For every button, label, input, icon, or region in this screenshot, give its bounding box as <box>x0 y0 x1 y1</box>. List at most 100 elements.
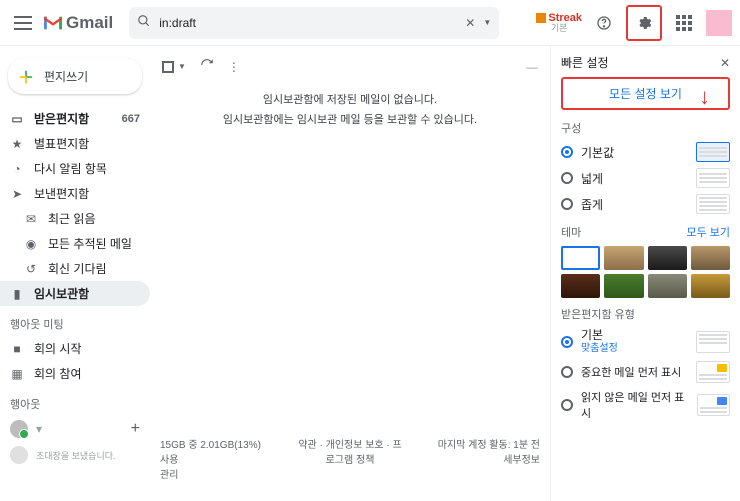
theme-grid <box>561 246 730 298</box>
nav-recent[interactable]: ✉최근 읽음 <box>0 206 150 231</box>
nav-sent-label: 보낸편지함 <box>34 185 89 202</box>
empty-state: 임시보관함에 저장된 메일이 없습니다. 임시보관함에는 임시보관 메일 등을 … <box>160 91 540 131</box>
compose-button[interactable]: ＋ 편지쓰기 <box>8 58 142 94</box>
account-avatar[interactable] <box>706 10 732 36</box>
streak-button[interactable]: Streak 기본 <box>536 13 582 33</box>
settings-highlight-box <box>626 5 662 41</box>
search-input[interactable] <box>159 16 459 30</box>
inbox-type-default[interactable]: 기본 맞춤설정 <box>561 328 730 355</box>
radio-icon <box>561 366 573 378</box>
footer: 15GB 중 2.01GB(13%) 사용 관리 약관 · 개인정보 보호 · … <box>160 436 540 481</box>
close-panel-icon[interactable]: ✕ <box>720 56 730 70</box>
refresh-button[interactable] <box>200 58 214 75</box>
inbox-type-unread[interactable]: 읽지 않은 메일 먼저 표시 <box>561 389 730 421</box>
policy-links[interactable]: 약관 · 개인정보 보호 · 프로그램 정책 <box>297 436 404 481</box>
nav-snoozed[interactable]: ◔다시 알림 항목 <box>0 156 150 181</box>
storage-manage-link[interactable]: 관리 <box>160 466 267 481</box>
annotation-arrow: ↓ <box>699 84 710 110</box>
inbox-preview <box>696 361 730 383</box>
theme-swatch[interactable] <box>691 246 730 270</box>
video-icon: ■ <box>10 342 24 356</box>
density-preview <box>696 194 730 214</box>
theme-swatch[interactable] <box>691 274 730 298</box>
mail-icon: ✉ <box>24 212 38 226</box>
inbox-icon: ▭ <box>10 112 24 126</box>
main-menu-button[interactable] <box>14 14 32 32</box>
density-compact-label: 좁게 <box>581 196 603 213</box>
select-caret: ▼ <box>178 62 186 71</box>
density-comfy[interactable]: 넓게 <box>561 168 730 188</box>
streak-label: Streak <box>548 13 582 24</box>
theme-swatch[interactable] <box>648 274 687 298</box>
inbox-preview <box>696 331 730 353</box>
theme-swatch[interactable] <box>604 246 643 270</box>
search-icon <box>137 14 151 31</box>
important-first-label: 중요한 메일 먼저 표시 <box>581 364 681 380</box>
theme-swatch[interactable] <box>648 246 687 270</box>
meet-join[interactable]: ▦ 회의 참여 <box>0 361 150 386</box>
nav-tracked[interactable]: ◉모든 추적된 메일 <box>0 231 150 256</box>
meet-start[interactable]: ■ 회의 시작 <box>0 336 150 361</box>
checkbox-icon <box>162 61 174 73</box>
nav-awaiting-label: 회신 기다림 <box>48 260 107 277</box>
search-bar[interactable]: ✕ ▼ <box>129 7 499 39</box>
more-button[interactable]: ⋮ <box>228 60 240 74</box>
support-icon[interactable] <box>590 9 618 37</box>
plus-icon: ＋ <box>18 64 34 88</box>
activity-text: 마지막 계정 활동: 1분 전 <box>433 436 540 451</box>
new-hangout-button[interactable]: + <box>131 420 140 438</box>
theme-section-label: 테마 <box>561 224 581 240</box>
presence-avatar <box>10 420 28 438</box>
meet-join-label: 회의 참여 <box>34 365 82 382</box>
panel-title: 빠른 설정✕ <box>561 54 730 71</box>
inbox-custom-link[interactable]: 맞춤설정 <box>581 343 618 355</box>
unread-first-label: 읽지 않은 메일 먼저 표시 <box>581 389 689 421</box>
settings-gear-icon[interactable] <box>630 9 658 37</box>
logo-text: Gmail <box>66 13 113 33</box>
storage-text: 15GB 중 2.01GB(13%) 사용 <box>160 436 267 466</box>
inbox-default-label: 기본 <box>581 328 618 342</box>
nav-starred-label: 별표편지함 <box>34 135 89 152</box>
star-icon: ★ <box>10 137 24 151</box>
inbox-type-important[interactable]: 중요한 메일 먼저 표시 <box>561 361 730 383</box>
nav-drafts-label: 임시보관함 <box>34 285 89 302</box>
theme-view-all-link[interactable]: 모두 보기 <box>686 224 730 240</box>
hangouts-contact[interactable]: 초대장을 보냈습니다. <box>0 442 150 468</box>
nav-starred[interactable]: ★ 별표편지함 <box>0 131 150 156</box>
radio-icon <box>561 172 573 184</box>
density-compact[interactable]: 좁게 <box>561 194 730 214</box>
gmail-logo[interactable]: Gmail <box>42 13 113 33</box>
reply-icon: ↺ <box>24 262 38 276</box>
apps-icon[interactable] <box>670 9 698 37</box>
contact-avatar <box>10 446 28 464</box>
select-all-checkbox[interactable]: ▼ <box>162 61 186 73</box>
inbox-preview <box>697 394 730 416</box>
clear-search-icon[interactable]: ✕ <box>465 16 475 30</box>
nav-snoozed-label: 다시 알림 항목 <box>34 160 107 177</box>
radio-icon <box>561 399 573 411</box>
nav-inbox-label: 받은편지함 <box>34 110 89 127</box>
nav-drafts[interactable]: ▮임시보관함 <box>0 281 150 306</box>
nav-sent[interactable]: ➤ 보낸편지함 <box>0 181 150 206</box>
inbox-type-label: 받은편지함 유형 <box>561 306 730 322</box>
search-options-caret[interactable]: ▼ <box>483 18 491 27</box>
density-preview <box>696 168 730 188</box>
sent-icon: ➤ <box>10 187 24 201</box>
density-default[interactable]: 기본값 <box>561 142 730 162</box>
theme-swatch[interactable] <box>561 274 600 298</box>
theme-swatch[interactable] <box>604 274 643 298</box>
radio-icon <box>561 198 573 210</box>
density-comfy-label: 넓게 <box>581 170 603 187</box>
hangouts-self[interactable]: ▾ + <box>0 416 150 442</box>
grid-icon: ▦ <box>10 367 24 381</box>
toolbar-dash: — <box>526 60 538 74</box>
eye-icon: ◉ <box>24 237 38 251</box>
layout-section-label: 구성 <box>561 120 730 136</box>
nav-awaiting[interactable]: ↺ 회신 기다림 <box>0 256 150 281</box>
meet-start-label: 회의 시작 <box>34 340 82 357</box>
radio-icon <box>561 146 573 158</box>
invite-note: 초대장을 보냈습니다. <box>36 449 116 462</box>
nav-inbox[interactable]: ▭ 받은편지함 667 <box>0 106 150 131</box>
theme-swatch[interactable] <box>561 246 600 270</box>
activity-details-link[interactable]: 세부정보 <box>433 451 540 466</box>
